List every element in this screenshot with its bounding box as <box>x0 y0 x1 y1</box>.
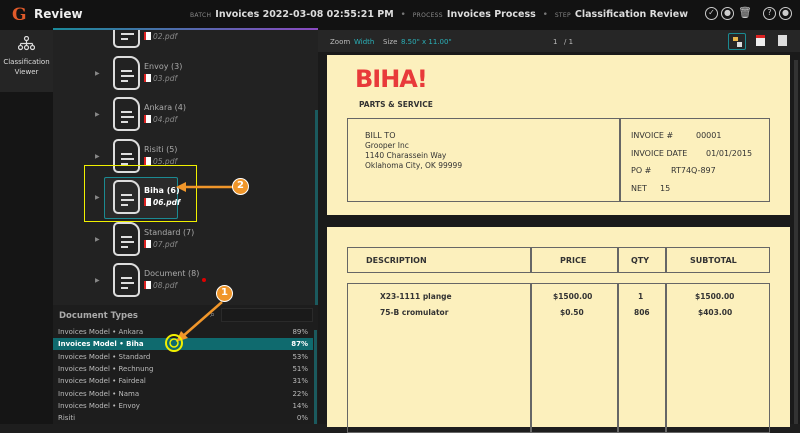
callout-arrows <box>165 182 233 352</box>
target-ring <box>165 334 183 352</box>
callout-1: 1 <box>216 285 233 302</box>
target-ring-inner <box>169 338 179 348</box>
callout-2: 2 <box>232 178 249 195</box>
arrowhead-2 <box>176 182 186 192</box>
arrow-1 <box>181 301 223 338</box>
